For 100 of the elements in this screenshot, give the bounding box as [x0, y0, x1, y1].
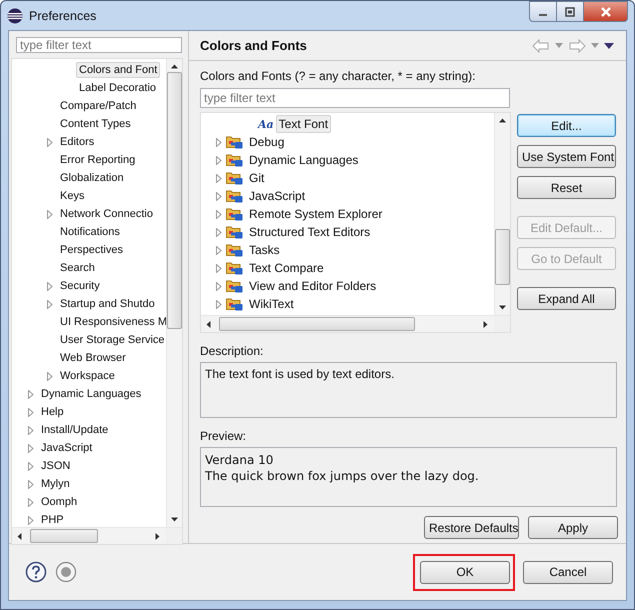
tree-item[interactable]: Web Browser — [57, 350, 129, 366]
preview-text: Verdana 10 — [205, 452, 274, 468]
expand-arrow-icon[interactable] — [215, 228, 223, 236]
tree-item[interactable]: Label Decoratio — [76, 80, 160, 96]
description-label: Description: — [200, 344, 264, 358]
help-icon[interactable] — [25, 561, 47, 583]
tree-item[interactable]: Editors — [57, 134, 98, 150]
tree-item[interactable]: Debug — [246, 133, 288, 151]
scroll-up-icon[interactable] — [499, 118, 506, 123]
expand-arrow-icon[interactable] — [27, 462, 35, 470]
expand-arrow-icon[interactable] — [27, 426, 35, 434]
folder-icon — [226, 171, 243, 185]
record-icon[interactable] — [55, 561, 77, 583]
tree-item[interactable]: Keys — [57, 188, 88, 204]
tree-item[interactable]: WikiText — [246, 295, 297, 313]
scroll-right-icon[interactable] — [483, 320, 488, 328]
expand-arrow-icon[interactable] — [46, 282, 54, 290]
tree-item[interactable]: Perspectives — [57, 242, 126, 258]
scroll-left-icon[interactable] — [17, 532, 22, 540]
folder-icon — [226, 279, 243, 293]
tree-item[interactable]: Colors and Font — [76, 62, 160, 78]
dropdown-arrow-icon[interactable] — [591, 43, 599, 48]
expand-arrow-icon[interactable] — [46, 210, 54, 218]
horizontal-scrollbar[interactable] — [201, 315, 510, 332]
dialog-button[interactable]: OK — [420, 560, 510, 584]
page-button[interactable]: Restore Defaults — [424, 516, 519, 539]
folder-icon — [226, 225, 243, 239]
expand-arrow-icon[interactable] — [215, 138, 223, 146]
expand-arrow-icon[interactable] — [215, 246, 223, 254]
expand-arrow-icon[interactable] — [215, 156, 223, 164]
scroll-up-icon[interactable] — [171, 64, 178, 69]
page-title: Colors and Fonts — [200, 38, 307, 53]
expand-arrow-icon[interactable] — [215, 192, 223, 200]
vertical-scrollbar[interactable] — [494, 113, 510, 315]
tree-item[interactable]: Content Types — [57, 116, 134, 132]
expand-arrow-icon[interactable] — [215, 300, 223, 308]
preview-label: Preview: — [200, 429, 248, 443]
scroll-down-icon[interactable] — [499, 305, 506, 310]
tree-item[interactable]: UI Responsiveness M — [57, 314, 166, 330]
forward-icon[interactable] — [568, 38, 586, 52]
side-button[interactable]: Edit... — [517, 114, 616, 137]
folder-icon — [226, 243, 243, 257]
back-icon[interactable] — [532, 38, 550, 52]
minimize-button[interactable] — [529, 1, 557, 22]
expand-arrow-icon[interactable] — [46, 138, 54, 146]
tree-item[interactable]: PHP — [38, 512, 67, 527]
tree-item[interactable]: Remote System Explorer — [246, 205, 386, 223]
tree-item[interactable]: Error Reporting — [57, 152, 138, 168]
tree-item[interactable]: User Storage Service — [57, 332, 166, 348]
filter-field[interactable]: type filter text — [200, 88, 510, 108]
tree-item[interactable]: Mylyn — [38, 476, 73, 492]
expand-arrow-icon[interactable] — [215, 282, 223, 290]
expand-arrow-icon[interactable] — [27, 444, 35, 452]
page-button[interactable]: Apply — [528, 516, 618, 539]
tree-item[interactable]: Tasks — [246, 241, 283, 259]
scroll-down-icon[interactable] — [171, 517, 178, 522]
close-button[interactable] — [584, 1, 628, 22]
tree-item[interactable]: JavaScript — [246, 187, 308, 205]
expand-arrow-icon[interactable] — [215, 264, 223, 272]
expand-arrow-icon[interactable] — [215, 210, 223, 218]
expand-arrow-icon[interactable] — [215, 174, 223, 182]
tree-item[interactable]: Install/Update — [38, 422, 112, 438]
tree-item[interactable]: Security — [57, 278, 103, 294]
tree-item[interactable]: Workspace — [57, 368, 118, 384]
tree-item[interactable]: Globalization — [57, 170, 127, 186]
side-button[interactable]: Use System Font — [517, 145, 616, 168]
scroll-right-icon[interactable] — [155, 532, 160, 540]
vertical-scrollbar[interactable] — [166, 59, 182, 527]
maximize-button[interactable] — [557, 1, 584, 22]
expand-arrow-icon[interactable] — [27, 498, 35, 506]
tree-item[interactable]: Git — [246, 169, 268, 187]
tree-item[interactable]: Structured Text Editors — [246, 223, 374, 241]
expand-arrow-icon[interactable] — [27, 390, 35, 398]
tree-item[interactable]: Network Connectio — [57, 206, 156, 222]
scroll-left-icon[interactable] — [206, 320, 211, 328]
tree-item[interactable]: Dynamic Languages — [38, 386, 144, 402]
filter-field[interactable]: type filter text — [16, 37, 182, 53]
tree-item[interactable]: Oomph — [38, 494, 80, 510]
tree-item[interactable]: View and Editor Folders — [246, 277, 380, 295]
tree-item[interactable]: Text Compare — [246, 259, 327, 277]
expand-arrow-icon[interactable] — [27, 408, 35, 416]
tree-item[interactable]: Search — [57, 260, 98, 276]
tree-item[interactable]: JSON — [38, 458, 74, 474]
dropdown-arrow-icon[interactable] — [555, 43, 563, 48]
tree-item[interactable]: JavaScript — [38, 440, 96, 456]
tree-item[interactable]: Notifications — [57, 224, 123, 240]
tree-item[interactable]: Startup and Shutdo — [57, 296, 158, 312]
tree-item[interactable]: Text Font — [276, 115, 332, 133]
expand-arrow-icon[interactable] — [46, 372, 54, 380]
horizontal-scrollbar[interactable] — [12, 527, 182, 544]
tree-item[interactable]: Dynamic Languages — [246, 151, 362, 169]
expand-arrow-icon[interactable] — [46, 300, 54, 308]
expand-arrow-icon[interactable] — [27, 480, 35, 488]
expand-arrow-icon[interactable] — [27, 516, 35, 524]
side-button[interactable]: Reset — [517, 176, 616, 199]
dialog-button[interactable]: Cancel — [523, 560, 613, 584]
tree-item[interactable]: Compare/Patch — [57, 98, 140, 114]
view-menu-icon[interactable] — [604, 42, 614, 48]
side-button[interactable]: Expand All — [517, 287, 616, 310]
tree-item[interactable]: Help — [38, 404, 67, 420]
